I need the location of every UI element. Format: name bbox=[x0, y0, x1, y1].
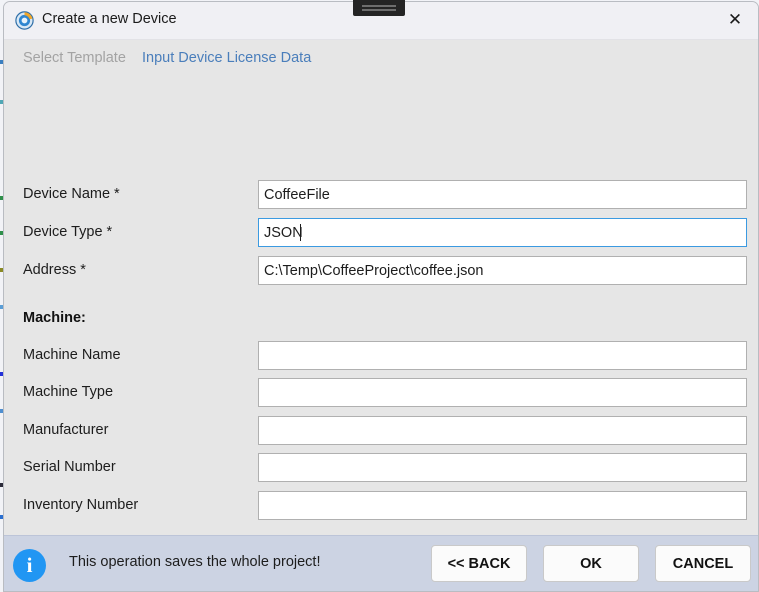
create-device-dialog: Create a new Device ✕ Select Template In… bbox=[3, 1, 759, 592]
back-button[interactable]: << BACK bbox=[431, 545, 527, 582]
window-drag-handle[interactable] bbox=[353, 0, 405, 16]
close-icon[interactable]: ✕ bbox=[712, 2, 758, 39]
dialog-footer: i This operation saves the whole project… bbox=[4, 535, 758, 591]
label-serial-number: Serial Number bbox=[23, 459, 116, 475]
label-machine-type: Machine Type bbox=[23, 384, 114, 400]
machine-section-heading: Machine: bbox=[23, 310, 86, 326]
manufacturer-input[interactable] bbox=[258, 416, 747, 445]
label-manufacturer: Manufacturer bbox=[23, 422, 109, 438]
label-machine-name: Machine Name bbox=[23, 347, 121, 363]
cancel-button[interactable]: CANCEL bbox=[655, 545, 751, 582]
app-logo-icon bbox=[15, 11, 34, 30]
label-device-name: Device Name * bbox=[23, 186, 120, 202]
serial-number-input[interactable] bbox=[258, 453, 747, 482]
dialog-title: Create a new Device bbox=[42, 11, 177, 27]
text-caret bbox=[300, 224, 301, 241]
label-inventory-number: Inventory Number bbox=[23, 497, 139, 513]
address-input[interactable] bbox=[258, 256, 747, 285]
close-glyph: ✕ bbox=[727, 10, 743, 30]
device-form: Device Name * Device Type * Address * Ma… bbox=[4, 82, 758, 537]
tab-input-device-license-data[interactable]: Input Device License Data bbox=[142, 50, 311, 66]
machine-name-input[interactable] bbox=[258, 341, 747, 370]
footer-message: This operation saves the whole project! bbox=[69, 554, 321, 570]
drag-handle-bar bbox=[362, 9, 396, 11]
machine-type-input[interactable] bbox=[258, 378, 747, 407]
device-name-input[interactable] bbox=[258, 180, 747, 209]
inventory-number-input[interactable] bbox=[258, 491, 747, 520]
wizard-step-tabs: Select Template Input Device License Dat… bbox=[4, 40, 758, 82]
label-device-type: Device Type * bbox=[23, 224, 113, 240]
device-type-input[interactable] bbox=[258, 218, 747, 247]
info-glyph: i bbox=[26, 552, 33, 577]
drag-handle-bar bbox=[362, 5, 396, 7]
tab-select-template[interactable]: Select Template bbox=[23, 50, 126, 66]
ok-button[interactable]: OK bbox=[543, 545, 639, 582]
info-icon: i bbox=[13, 549, 46, 582]
label-address: Address * bbox=[23, 262, 86, 278]
